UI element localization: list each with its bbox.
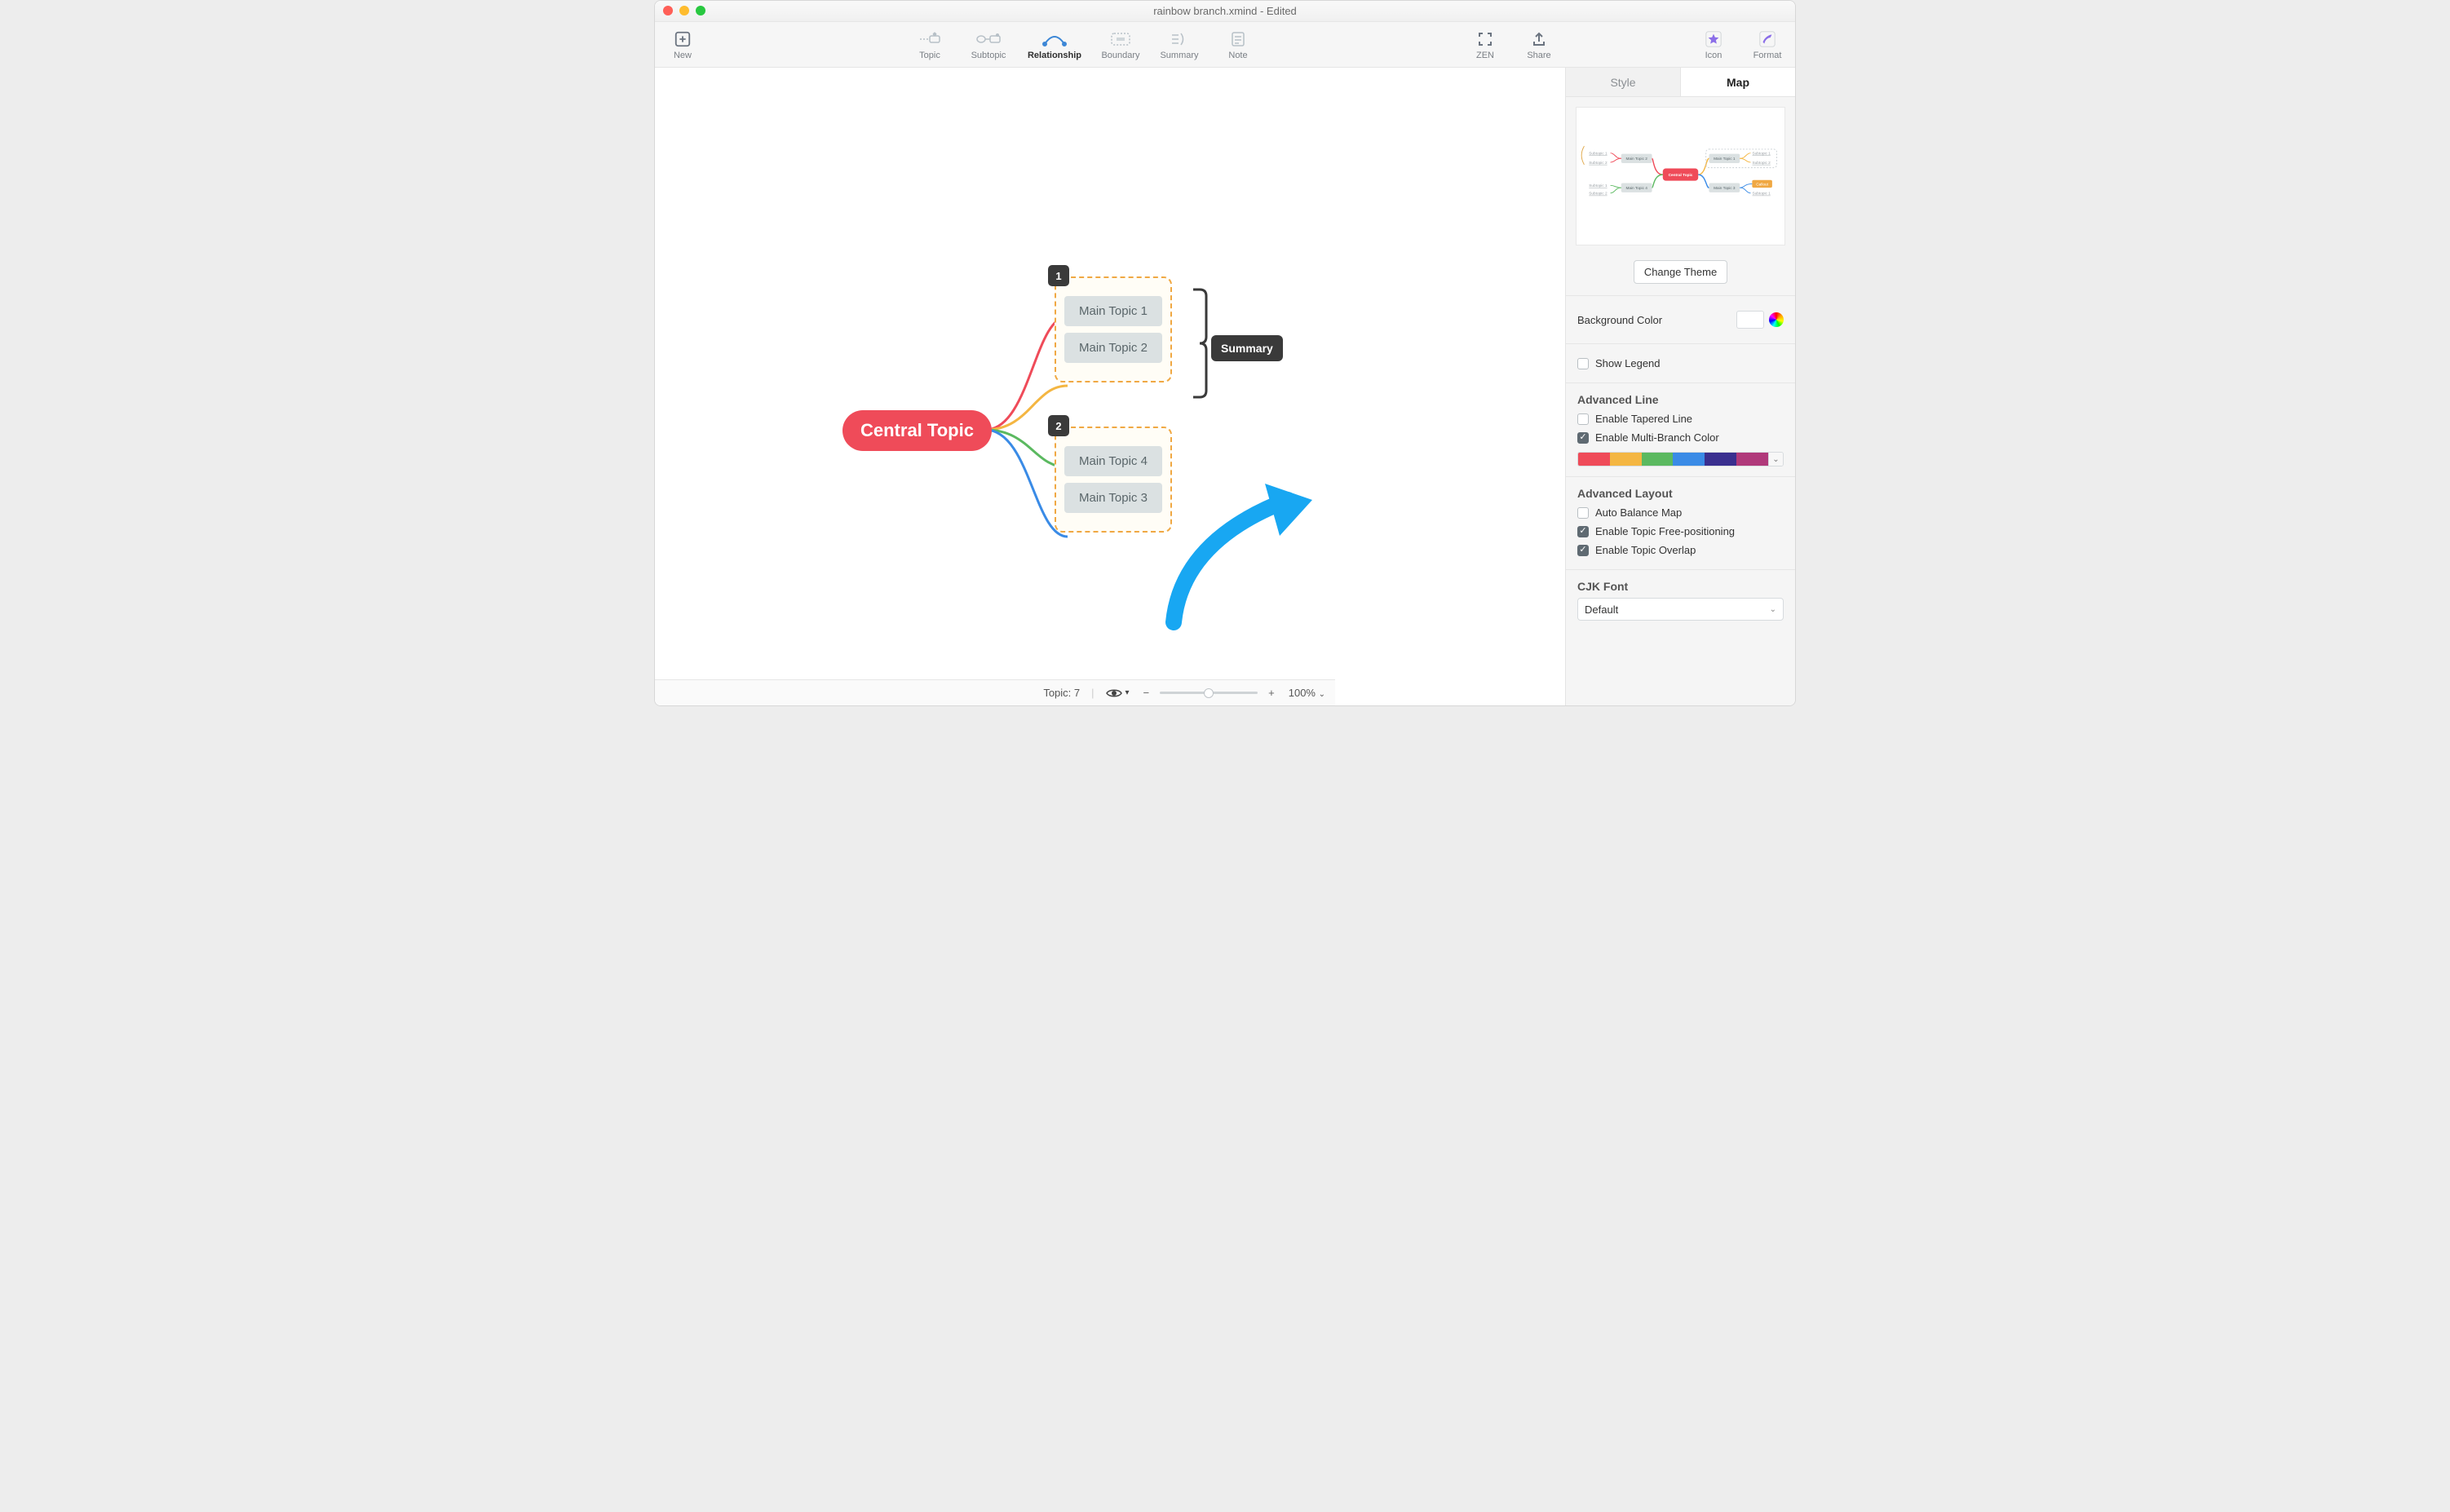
topic-node[interactable]: Main Topic 1	[1064, 296, 1162, 326]
relationship-button[interactable]: Relationship	[1028, 29, 1081, 60]
tapered-line-checkbox[interactable]: Enable Tapered Line	[1577, 409, 1784, 428]
boundary-group-1[interactable]: 1 Main Topic 1 Main Topic 2	[1055, 276, 1172, 382]
svg-text:Main Topic 4: Main Topic 4	[1625, 186, 1647, 191]
svg-text:Subtopic 2: Subtopic 2	[1589, 161, 1608, 166]
topic-icon: +	[915, 29, 944, 49]
tab-map[interactable]: Map	[1680, 68, 1795, 96]
advanced-line-heading: Advanced Line	[1577, 393, 1784, 406]
window-title: rainbow branch.xmind - Edited	[1153, 5, 1297, 17]
summary-bracket-icon	[1192, 288, 1210, 402]
change-theme-button[interactable]: Change Theme	[1634, 260, 1727, 284]
svg-text:Central Topic: Central Topic	[1669, 173, 1693, 178]
show-legend-checkbox[interactable]: Show Legend	[1577, 354, 1784, 373]
zoom-control: − +	[1141, 687, 1277, 699]
toolbar: New + Topic Subtopic Relationship Bounda…	[655, 22, 1795, 68]
plus-icon	[668, 29, 697, 49]
fullscreen-icon	[1470, 29, 1500, 49]
boundary-button[interactable]: Boundary	[1101, 29, 1140, 60]
new-button[interactable]: New	[663, 29, 702, 60]
format-button[interactable]: Format	[1748, 29, 1787, 60]
summary-icon	[1165, 29, 1194, 49]
auto-balance-checkbox[interactable]: Auto Balance Map	[1577, 503, 1784, 522]
cjk-font-select[interactable]: Default ⌄	[1577, 598, 1784, 621]
star-icon	[1699, 29, 1728, 49]
note-button[interactable]: Note	[1218, 29, 1258, 60]
svg-text:Subtopic 2: Subtopic 2	[1589, 192, 1608, 197]
summary-node[interactable]: Summary	[1211, 335, 1283, 361]
svg-text:Main Topic 1: Main Topic 1	[1714, 157, 1736, 161]
zoom-out-button[interactable]: −	[1141, 687, 1152, 699]
svg-text:Subtopic 1: Subtopic 1	[1589, 152, 1608, 157]
branch-color-palette[interactable]: ⌄	[1577, 452, 1784, 466]
topic-button[interactable]: + Topic	[910, 29, 949, 60]
app-window: rainbow branch.xmind - Edited New + Topi…	[654, 0, 1796, 706]
canvas[interactable]: Central Topic 1 Main Topic 1 Main Topic …	[655, 68, 1565, 705]
topic-overlap-checkbox[interactable]: Enable Topic Overlap	[1577, 541, 1784, 559]
zoom-readout[interactable]: 100% ⌄	[1289, 687, 1325, 699]
background-color-label: Background Color	[1577, 314, 1662, 326]
chevron-down-icon: ▾	[1125, 688, 1130, 697]
eye-icon	[1106, 687, 1122, 699]
advanced-layout-heading: Advanced Layout	[1577, 487, 1784, 500]
svg-text:Subtopic 1: Subtopic 1	[1753, 152, 1771, 157]
share-icon	[1524, 29, 1554, 49]
topic-count: Topic: 7	[1043, 687, 1080, 699]
svg-text:Subtopic 1: Subtopic 1	[1589, 183, 1608, 188]
multi-branch-color-checkbox[interactable]: Enable Multi-Branch Color	[1577, 428, 1784, 447]
group-tag-1: 1	[1048, 265, 1069, 286]
topic-node[interactable]: Main Topic 2	[1064, 333, 1162, 363]
relationship-icon	[1040, 29, 1069, 49]
share-button[interactable]: Share	[1519, 29, 1559, 60]
visibility-toggle[interactable]: ▾	[1106, 687, 1130, 699]
background-color-swatch[interactable]	[1736, 311, 1764, 329]
boundary-group-2[interactable]: 2 Main Topic 4 Main Topic 3	[1055, 427, 1172, 533]
window-controls	[663, 6, 705, 15]
svg-text:Main Topic 2: Main Topic 2	[1625, 157, 1647, 161]
summary-button[interactable]: Summary	[1160, 29, 1199, 60]
theme-preview: Central Topic Main Topic 2 Main Topic 4 …	[1576, 107, 1785, 245]
close-window-button[interactable]	[663, 6, 673, 15]
zoom-window-button[interactable]	[696, 6, 705, 15]
tab-style[interactable]: Style	[1566, 68, 1680, 96]
svg-text:Callout: Callout	[1756, 182, 1768, 187]
icon-button[interactable]: Icon	[1694, 29, 1733, 60]
panel-tabs: Style Map	[1566, 68, 1795, 97]
status-bar: Topic: 7 | ▾ − + 100% ⌄	[655, 679, 1335, 705]
titlebar: rainbow branch.xmind - Edited	[655, 1, 1795, 22]
minimize-window-button[interactable]	[679, 6, 689, 15]
color-wheel-icon[interactable]	[1769, 312, 1784, 327]
annotation-arrow-icon	[1157, 467, 1320, 630]
group-tag-2: 2	[1048, 415, 1069, 436]
cjk-font-heading: CJK Font	[1577, 580, 1784, 593]
boundary-icon	[1106, 29, 1135, 49]
format-brush-icon	[1753, 29, 1782, 49]
chevron-down-icon: ⌄	[1319, 690, 1325, 699]
zoom-slider[interactable]	[1160, 692, 1258, 694]
central-topic[interactable]: Central Topic	[842, 410, 992, 451]
svg-text:Subtopic 2: Subtopic 2	[1753, 161, 1771, 166]
free-positioning-checkbox[interactable]: Enable Topic Free-positioning	[1577, 522, 1784, 541]
chevron-down-icon: ⌄	[1770, 605, 1776, 614]
topic-node[interactable]: Main Topic 3	[1064, 483, 1162, 513]
subtopic-button[interactable]: Subtopic	[969, 29, 1008, 60]
svg-text:Subtopic 1: Subtopic 1	[1753, 192, 1771, 197]
subtopic-icon	[974, 29, 1003, 49]
zoom-slider-knob[interactable]	[1204, 688, 1214, 698]
svg-text:+: +	[933, 33, 936, 38]
note-icon	[1223, 29, 1253, 49]
svg-text:Main Topic 3: Main Topic 3	[1714, 186, 1736, 191]
palette-dropdown-icon[interactable]: ⌄	[1768, 453, 1783, 466]
inspector-panel: Style Map Central Topic Main Topic 2 Mai…	[1565, 68, 1795, 705]
topic-node[interactable]: Main Topic 4	[1064, 446, 1162, 476]
zen-button[interactable]: ZEN	[1466, 29, 1505, 60]
zoom-in-button[interactable]: +	[1266, 687, 1277, 699]
